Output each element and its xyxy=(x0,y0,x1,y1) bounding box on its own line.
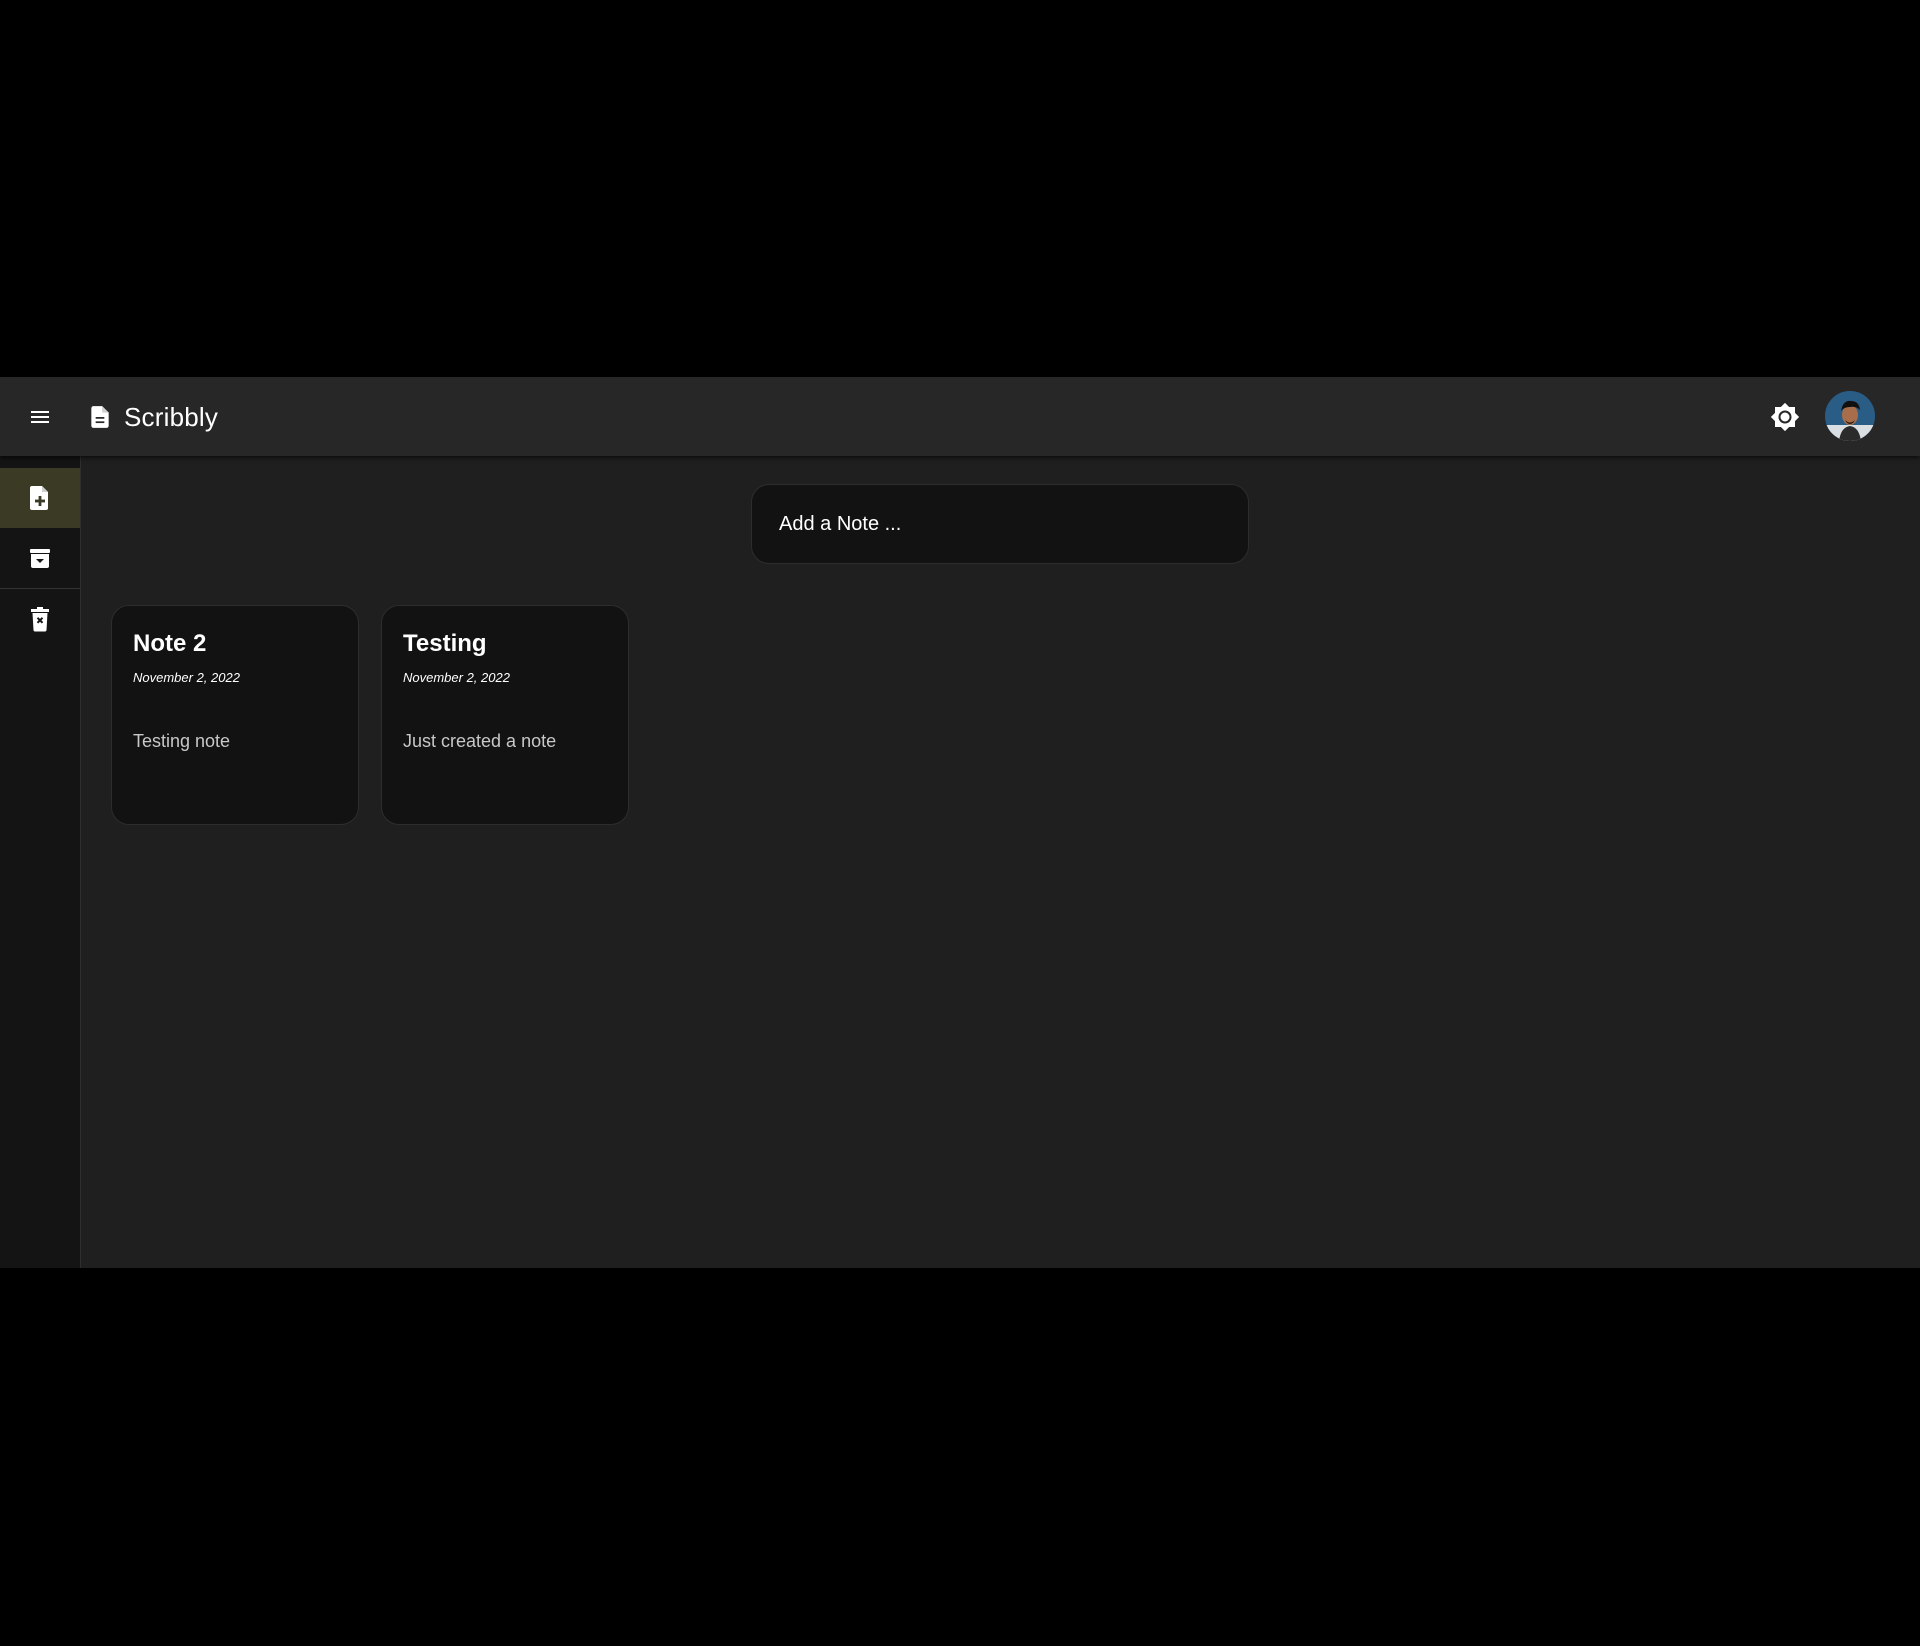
note-card[interactable]: Testing November 2, 2022 Just created a … xyxy=(381,605,629,825)
note-body: Just created a note xyxy=(403,731,557,751)
menu-icon xyxy=(28,405,52,429)
document-icon xyxy=(86,403,114,431)
sidebar-item-archive[interactable] xyxy=(0,528,80,588)
user-avatar[interactable] xyxy=(1825,391,1875,441)
app-window: Scribbly Add a Note ... Note 2 November … xyxy=(0,377,1920,1268)
app-bar: Scribbly xyxy=(0,377,1920,456)
note-add-icon xyxy=(29,485,51,511)
sidebar-item-trash[interactable] xyxy=(0,589,80,649)
sidebar xyxy=(0,456,81,1268)
archive-icon xyxy=(28,546,52,570)
app-title: Scribbly xyxy=(124,401,219,432)
note-card[interactable]: Note 2 November 2, 2022 Testing note xyxy=(111,605,359,825)
sidebar-item-notes[interactable] xyxy=(0,468,80,528)
theme-toggle-button[interactable] xyxy=(1763,395,1807,439)
menu-button[interactable] xyxy=(20,397,60,437)
main-content: Note 2 November 2, 2022 Testing note Tes… xyxy=(81,456,1920,1268)
note-title: Testing xyxy=(403,630,487,657)
note-title: Note 2 xyxy=(133,630,207,657)
trash-icon xyxy=(29,606,51,632)
brightness-icon xyxy=(1770,402,1800,432)
note-date: November 2, 2022 xyxy=(403,670,510,685)
note-date: November 2, 2022 xyxy=(133,670,240,685)
add-note-input[interactable] xyxy=(777,511,1223,537)
brand: Scribbly xyxy=(86,397,218,437)
add-note-box[interactable] xyxy=(751,484,1249,564)
note-body: Testing note xyxy=(133,731,231,751)
